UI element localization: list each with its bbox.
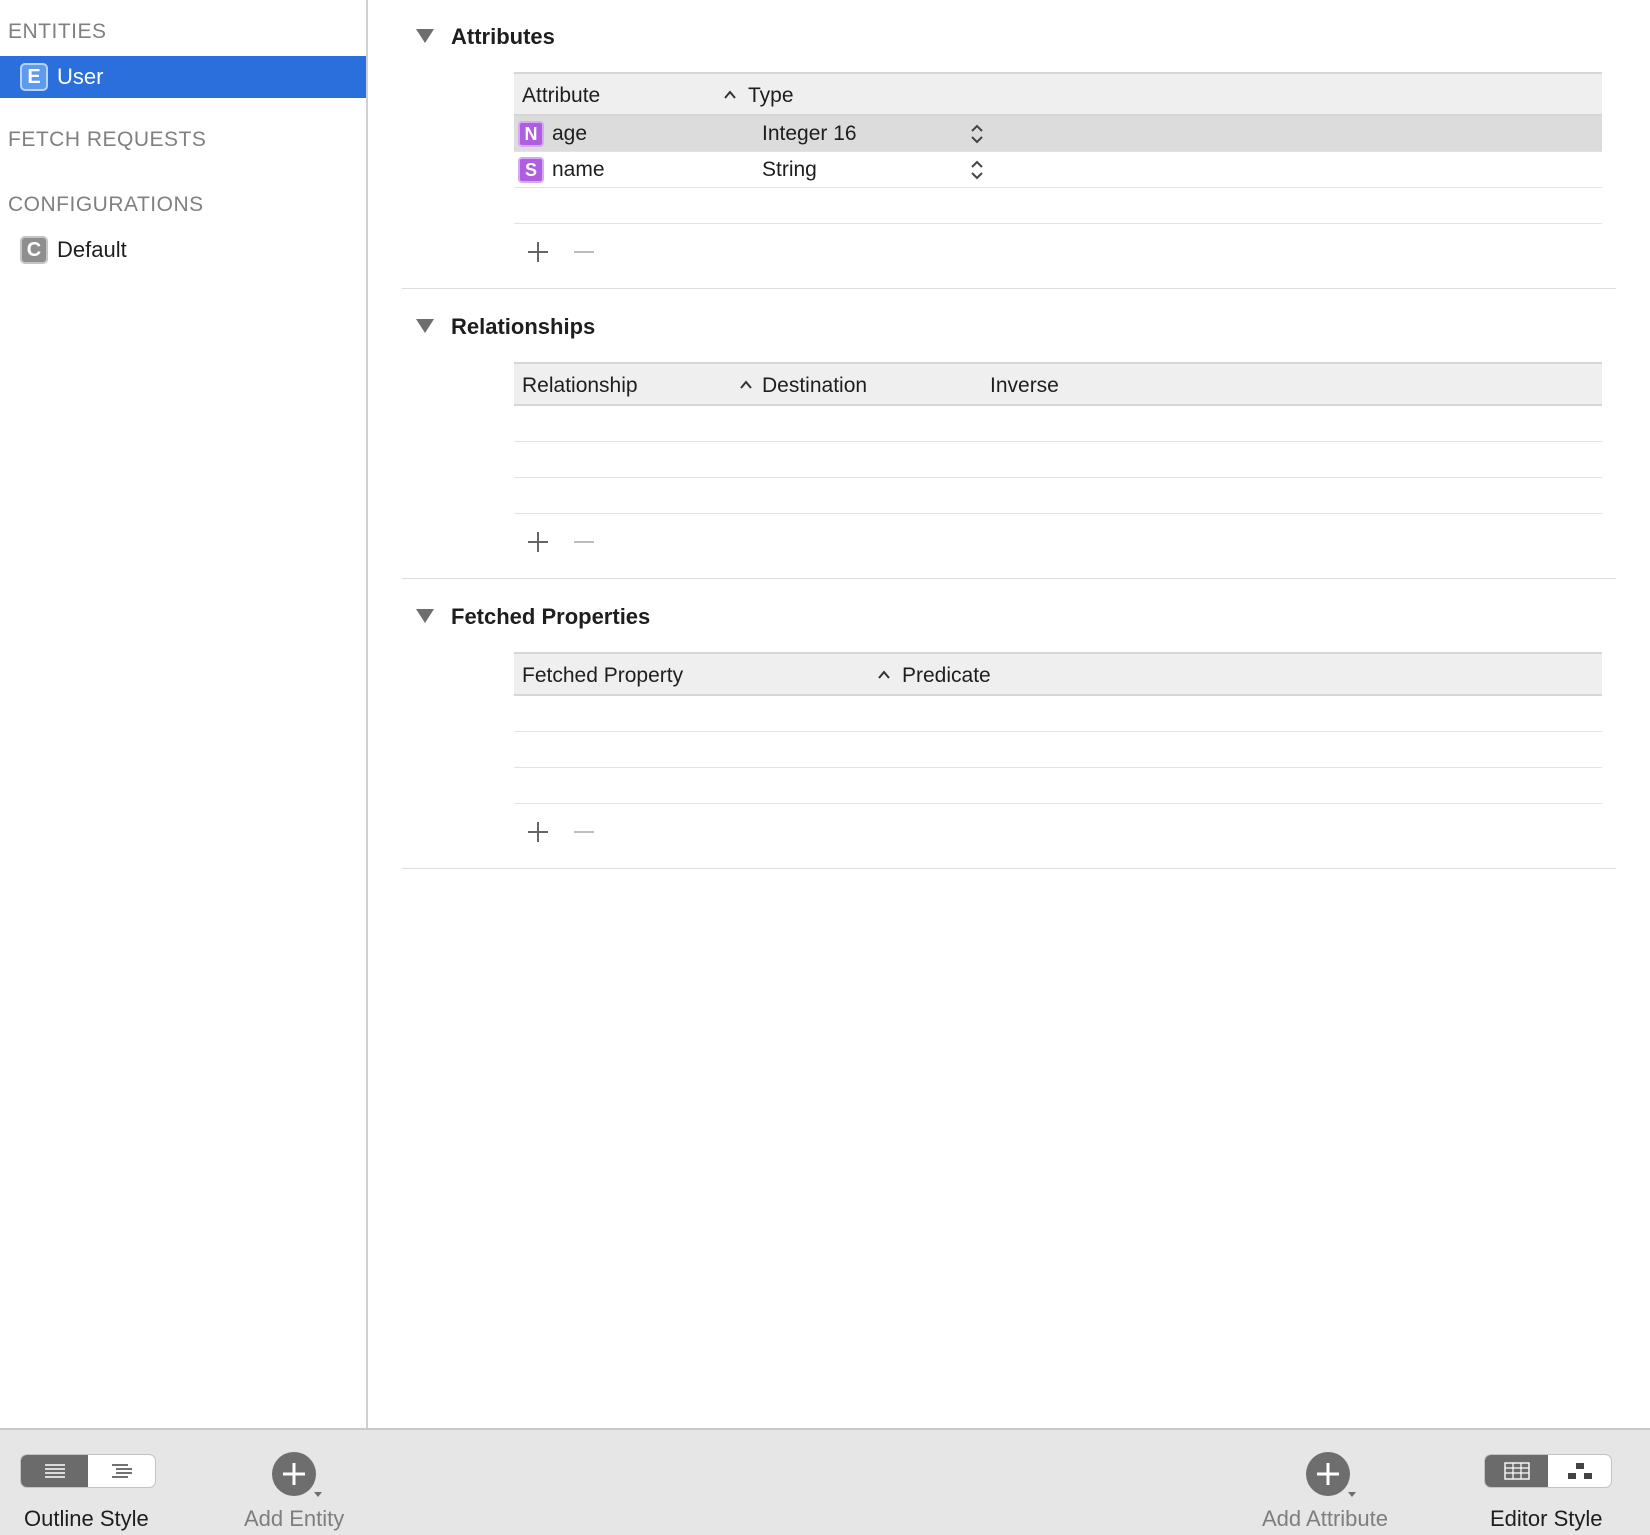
- editor-style-label: Editor Style: [1490, 1506, 1603, 1531]
- disclosure-triangle-icon[interactable]: [416, 319, 434, 333]
- column-header-attribute[interactable]: Attribute: [522, 84, 600, 108]
- table-header: Fetched Property Predicate: [514, 652, 1602, 696]
- sidebar-item-user[interactable]: E User: [0, 56, 366, 98]
- table-row: [514, 406, 1602, 442]
- configurations-section-label: CONFIGURATIONS: [8, 193, 204, 216]
- table-header: Attribute Type: [514, 72, 1602, 116]
- graph-icon: [1567, 1463, 1592, 1479]
- number-type-icon: N: [518, 121, 544, 147]
- fetched-properties-table: Fetched Property Predicate: [514, 652, 1602, 804]
- fetch-requests-section-label: FETCH REQUESTS: [8, 128, 207, 151]
- section-divider: [402, 868, 1616, 869]
- table-row[interactable]: S name String: [514, 152, 1602, 188]
- outline-hierarchy-icon: [111, 1464, 132, 1478]
- disclosure-triangle-icon[interactable]: [416, 29, 434, 43]
- attribute-type-cell[interactable]: Integer 16: [762, 122, 857, 146]
- add-entity-button[interactable]: [272, 1452, 324, 1500]
- bottom-toolbar: Outline Style Add Entity Add Attribute E…: [0, 1428, 1650, 1535]
- attribute-type-cell[interactable]: String: [762, 158, 817, 182]
- section-divider: [402, 578, 1616, 579]
- attributes-section-title: Attributes: [451, 24, 555, 49]
- remove-relationship-minus-icon[interactable]: [570, 527, 600, 557]
- list-icon: [44, 1464, 65, 1478]
- outline-style-segmented-control: [20, 1454, 156, 1488]
- relationships-table: Relationship Destination Inverse: [514, 362, 1602, 514]
- table-header: Relationship Destination Inverse: [514, 362, 1602, 406]
- remove-attribute-minus-icon[interactable]: [570, 237, 600, 267]
- attributes-table: Attribute Type N age Integer 16 S name S…: [514, 72, 1602, 224]
- graph-editor-style-button[interactable]: [1548, 1455, 1611, 1487]
- entities-section-label: ENTITIES: [8, 20, 107, 43]
- popup-stepper-icon[interactable]: [970, 159, 984, 181]
- fetched-properties-section-title: Fetched Properties: [451, 604, 651, 629]
- configuration-icon: C: [20, 236, 48, 264]
- column-header-inverse[interactable]: Inverse: [990, 374, 1059, 398]
- table-style-button[interactable]: [21, 1455, 88, 1487]
- entity-icon: E: [20, 63, 48, 91]
- remove-fetched-property-minus-icon[interactable]: [570, 817, 600, 847]
- table-row: [514, 732, 1602, 768]
- sidebar-item-label: User: [57, 64, 104, 89]
- column-header-destination[interactable]: Destination: [762, 374, 867, 398]
- table-row[interactable]: N age Integer 16: [514, 116, 1602, 152]
- add-entity-label[interactable]: Add Entity: [244, 1506, 344, 1532]
- sort-ascending-icon[interactable]: [722, 87, 738, 103]
- section-divider: [402, 288, 1616, 289]
- string-type-icon: S: [518, 157, 544, 183]
- editor-area: Attributes Attribute Type N age Integer …: [368, 0, 1650, 1428]
- sidebar-item-label: Default: [57, 237, 127, 262]
- relationships-section-title: Relationships: [451, 314, 596, 339]
- table-row: [514, 442, 1602, 478]
- column-header-type[interactable]: Type: [748, 84, 794, 108]
- outline-style-label: Outline Style: [24, 1506, 149, 1531]
- editor-style-segmented-control: [1484, 1454, 1612, 1488]
- column-header-relationship[interactable]: Relationship: [522, 374, 638, 398]
- attribute-name-cell[interactable]: age: [552, 122, 587, 146]
- hierarchy-style-button[interactable]: [88, 1455, 155, 1487]
- sidebar: ENTITIES E User FETCH REQUESTS CONFIGURA…: [0, 0, 368, 1428]
- table-editor-style-button[interactable]: [1485, 1455, 1548, 1487]
- add-attribute-button[interactable]: [1306, 1452, 1358, 1500]
- table-row: [514, 768, 1602, 804]
- table-row: [514, 478, 1602, 514]
- column-header-fetched-property[interactable]: Fetched Property: [522, 664, 683, 688]
- sort-ascending-icon[interactable]: [876, 667, 892, 683]
- attribute-name-cell[interactable]: name: [552, 158, 605, 182]
- table-row: [514, 696, 1602, 732]
- popup-stepper-icon[interactable]: [970, 123, 984, 145]
- sort-ascending-icon[interactable]: [738, 377, 754, 393]
- add-attribute-label[interactable]: Add Attribute: [1262, 1506, 1388, 1532]
- grid-icon: [1503, 1462, 1530, 1480]
- disclosure-triangle-icon[interactable]: [416, 609, 434, 623]
- sidebar-item-default[interactable]: C Default: [0, 229, 366, 271]
- table-row: [514, 188, 1602, 224]
- column-header-predicate[interactable]: Predicate: [902, 664, 991, 688]
